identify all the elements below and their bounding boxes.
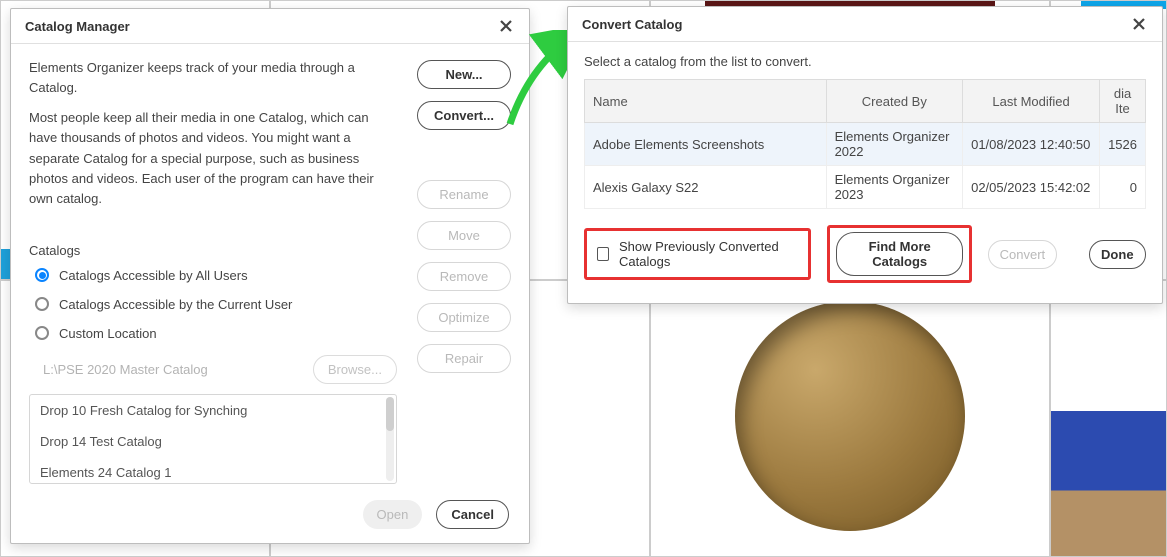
- radio-icon: [35, 326, 49, 340]
- browse-button: Browse...: [313, 355, 397, 384]
- thumbnail-image[interactable]: [1050, 411, 1166, 556]
- radio-icon: [35, 297, 49, 311]
- find-more-catalogs-button[interactable]: Find More Catalogs: [836, 232, 963, 276]
- scrollbar-thumb[interactable]: [386, 397, 394, 431]
- col-name[interactable]: Name: [585, 80, 827, 123]
- rename-button: Rename: [417, 180, 511, 209]
- dialog-title: Catalog Manager: [25, 19, 130, 34]
- catalog-manager-dialog: Catalog Manager Elements Organizer keeps…: [10, 8, 530, 544]
- convert-action-button: Convert: [988, 240, 1056, 269]
- done-button[interactable]: Done: [1089, 240, 1146, 269]
- repair-button: Repair: [417, 344, 511, 373]
- move-button: Move: [417, 221, 511, 250]
- catalogs-label: Catalogs: [29, 243, 397, 258]
- new-button[interactable]: New...: [417, 60, 511, 89]
- optimize-button: Optimize: [417, 303, 511, 332]
- radio-all-users[interactable]: Catalogs Accessible by All Users: [35, 268, 397, 283]
- convert-catalog-dialog: Convert Catalog Select a catalog from th…: [567, 6, 1163, 304]
- list-item[interactable]: Drop 10 Fresh Catalog for Synching: [30, 395, 396, 426]
- dialog-title: Convert Catalog: [582, 17, 682, 32]
- table-row[interactable]: Adobe Elements Screenshots Elements Orga…: [585, 123, 1146, 166]
- dialog-header: Convert Catalog: [568, 7, 1162, 42]
- custom-path-field: L:\PSE 2020 Master Catalog: [35, 362, 303, 377]
- grid-cell: [650, 280, 1050, 557]
- highlight-find-more: Find More Catalogs: [827, 225, 972, 283]
- convert-button[interactable]: Convert...: [417, 101, 511, 130]
- instruction-text: Select a catalog from the list to conver…: [584, 54, 1146, 69]
- table-row[interactable]: Alexis Galaxy S22 Elements Organizer 202…: [585, 166, 1146, 209]
- list-item[interactable]: Elements 24 Catalog 1: [30, 457, 396, 484]
- close-icon[interactable]: [1130, 15, 1148, 33]
- radio-current-user[interactable]: Catalogs Accessible by the Current User: [35, 297, 397, 312]
- intro-text: Elements Organizer keeps track of your m…: [29, 58, 397, 209]
- grid-cell: [1050, 280, 1167, 557]
- show-previously-label[interactable]: Show Previously Converted Catalogs: [619, 239, 798, 269]
- remove-button: Remove: [417, 262, 511, 291]
- list-item[interactable]: Drop 14 Test Catalog: [30, 426, 396, 457]
- cancel-button[interactable]: Cancel: [436, 500, 509, 529]
- open-button: Open: [363, 500, 423, 529]
- thumbnail-image[interactable]: [735, 301, 965, 531]
- checkbox-icon[interactable]: [597, 247, 609, 261]
- radio-custom-location[interactable]: Custom Location: [35, 326, 397, 341]
- highlight-show-previously: Show Previously Converted Catalogs: [584, 228, 811, 280]
- close-icon[interactable]: [497, 17, 515, 35]
- dialog-header: Catalog Manager: [11, 9, 529, 44]
- col-media-items[interactable]: dia Ite: [1100, 80, 1146, 123]
- col-created-by[interactable]: Created By: [826, 80, 963, 123]
- catalog-list[interactable]: Drop 10 Fresh Catalog for Synching Drop …: [29, 394, 397, 484]
- col-last-modified[interactable]: Last Modified: [963, 80, 1100, 123]
- radio-icon: [35, 268, 49, 282]
- catalogs-table: Name Created By Last Modified dia Ite Ad…: [584, 79, 1146, 209]
